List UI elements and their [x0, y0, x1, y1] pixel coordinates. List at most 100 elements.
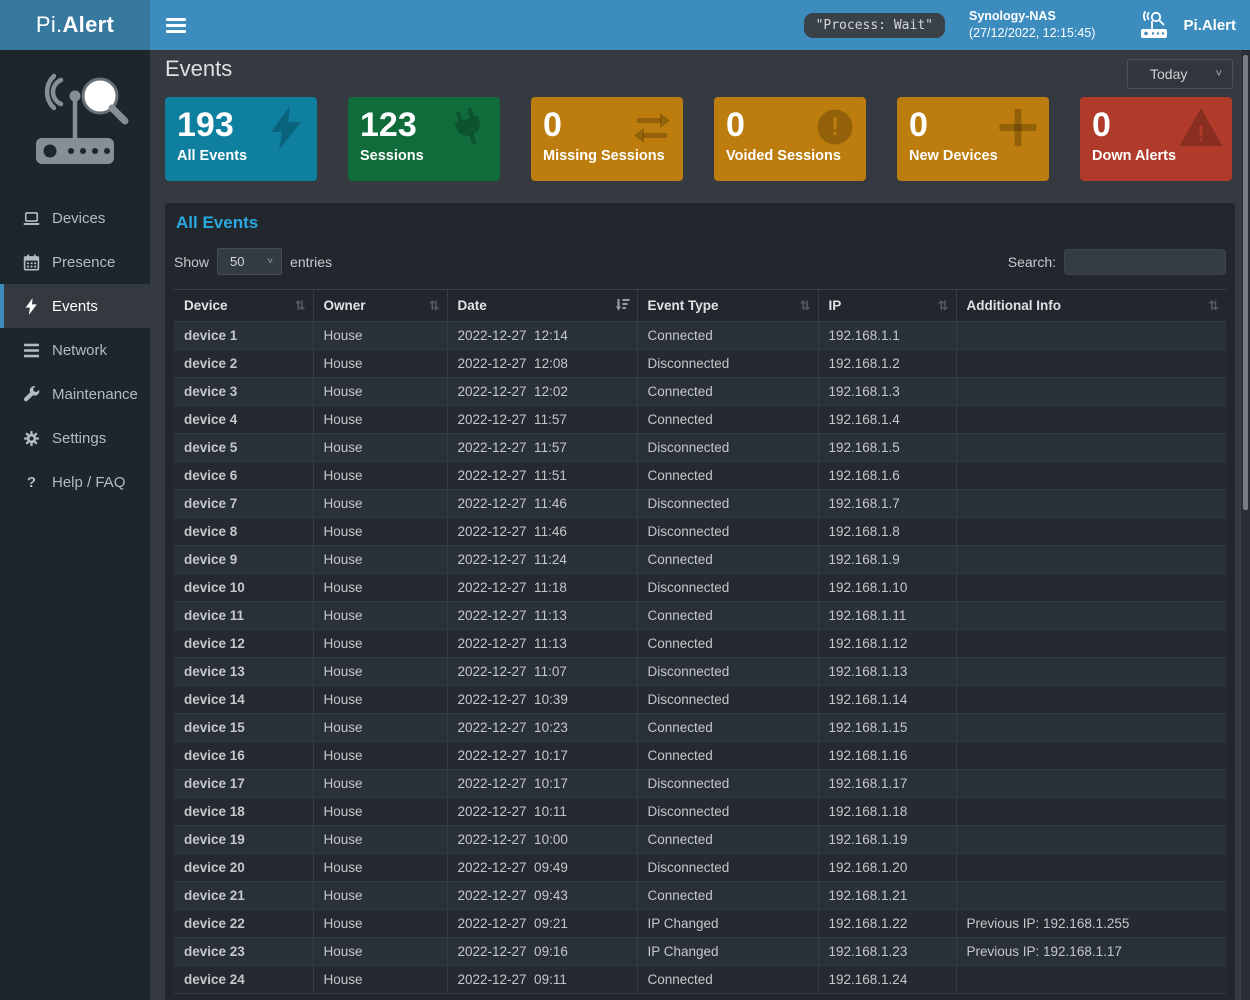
device-link[interactable]: device 12: [174, 630, 313, 658]
device-link[interactable]: device 19: [174, 826, 313, 854]
router-icon: [1139, 10, 1175, 40]
device-link[interactable]: device 20: [174, 854, 313, 882]
vertical-scrollbar[interactable]: [1240, 50, 1250, 1000]
events-table: Device⇅Owner⇅DateEvent Type⇅IP⇅Additiona…: [174, 289, 1226, 994]
device-link[interactable]: device 9: [174, 546, 313, 574]
owner-cell: House: [313, 518, 447, 546]
device-link[interactable]: device 6: [174, 462, 313, 490]
bolt-icon: [263, 105, 309, 151]
table-row: device 8House2022-12-27 11:46Disconnecte…: [174, 518, 1226, 546]
search-input[interactable]: [1064, 249, 1226, 275]
device-link[interactable]: device 16: [174, 742, 313, 770]
additional-info-cell: [956, 518, 1226, 546]
table-row: device 18House2022-12-27 10:11Disconnect…: [174, 798, 1226, 826]
device-link[interactable]: device 18: [174, 798, 313, 826]
additional-info-cell: [956, 322, 1226, 350]
date-cell: 2022-12-27 11:13: [447, 630, 637, 658]
card-all-events[interactable]: 193All Events: [165, 97, 317, 181]
additional-info-cell: [956, 574, 1226, 602]
ip-cell: 192.168.1.21: [818, 882, 956, 910]
ip-cell: 192.168.1.22: [818, 910, 956, 938]
date-cell: 2022-12-27 11:51: [447, 462, 637, 490]
additional-info-cell: [956, 406, 1226, 434]
sidebar-item-network[interactable]: Network: [0, 328, 150, 372]
event-type-cell: IP Changed: [637, 938, 818, 966]
card-voided-sessions[interactable]: 0Voided Sessions!: [714, 97, 866, 181]
owner-cell: House: [313, 966, 447, 994]
table-row: device 2House2022-12-27 12:08Disconnecte…: [174, 350, 1226, 378]
device-link[interactable]: device 2: [174, 350, 313, 378]
ip-cell: 192.168.1.5: [818, 434, 956, 462]
column-header-additional-info[interactable]: Additional Info⇅: [956, 290, 1226, 322]
top-header: Pi.Alert "Process: Wait" Synology-NAS (2…: [0, 0, 1250, 50]
sidebar-item-settings[interactable]: Settings: [0, 416, 150, 460]
date-cell: 2022-12-27 11:46: [447, 518, 637, 546]
event-type-cell: Connected: [637, 826, 818, 854]
sidebar-item-help-faq[interactable]: ? Help / FAQ: [0, 460, 150, 504]
event-type-cell: Disconnected: [637, 518, 818, 546]
owner-cell: House: [313, 434, 447, 462]
table-row: device 22House2022-12-27 09:21IP Changed…: [174, 910, 1226, 938]
card-new-devices[interactable]: 0New Devices: [897, 97, 1049, 181]
date-cell: 2022-12-27 09:49: [447, 854, 637, 882]
event-type-cell: Disconnected: [637, 350, 818, 378]
additional-info-cell: [956, 854, 1226, 882]
device-link[interactable]: device 23: [174, 938, 313, 966]
nas-name: Synology-NAS: [969, 8, 1096, 25]
date-cell: 2022-12-27 11:13: [447, 602, 637, 630]
ip-cell: 192.168.1.10: [818, 574, 956, 602]
plug-icon: [446, 105, 492, 151]
menu-toggle-icon[interactable]: [166, 18, 186, 33]
additional-info-cell: [956, 658, 1226, 686]
table-row: device 17House2022-12-27 10:17Disconnect…: [174, 770, 1226, 798]
owner-cell: House: [313, 882, 447, 910]
device-link[interactable]: device 17: [174, 770, 313, 798]
sidebar-item-maintenance[interactable]: Maintenance: [0, 372, 150, 416]
device-link[interactable]: device 3: [174, 378, 313, 406]
date-cell: 2022-12-27 11:57: [447, 434, 637, 462]
device-link[interactable]: device 10: [174, 574, 313, 602]
date-cell: 2022-12-27 11:18: [447, 574, 637, 602]
device-link[interactable]: device 7: [174, 490, 313, 518]
scrollbar-thumb[interactable]: [1243, 55, 1248, 510]
column-header-date[interactable]: Date: [447, 290, 637, 322]
page-length-select[interactable]: 50 ˅: [217, 248, 282, 275]
device-link[interactable]: device 14: [174, 686, 313, 714]
sort-icon: ⇅: [295, 298, 306, 314]
device-link[interactable]: device 15: [174, 714, 313, 742]
sidebar-item-presence[interactable]: Presence: [0, 240, 150, 284]
network-icon: [23, 342, 40, 359]
additional-info-cell: [956, 714, 1226, 742]
device-link[interactable]: device 24: [174, 966, 313, 994]
card-sessions[interactable]: 123Sessions: [348, 97, 500, 181]
device-link[interactable]: device 11: [174, 602, 313, 630]
column-header-device[interactable]: Device⇅: [174, 290, 313, 322]
brand-logo[interactable]: Pi.Alert: [0, 0, 150, 50]
column-header-event-type[interactable]: Event Type⇅: [637, 290, 818, 322]
ip-cell: 192.168.1.6: [818, 462, 956, 490]
device-link[interactable]: device 8: [174, 518, 313, 546]
ip-cell: 192.168.1.15: [818, 714, 956, 742]
device-link[interactable]: device 5: [174, 434, 313, 462]
device-link[interactable]: device 21: [174, 882, 313, 910]
card-down-alerts[interactable]: 0Down Alerts!: [1080, 97, 1232, 181]
additional-info-cell: [956, 770, 1226, 798]
period-dropdown[interactable]: Today ˅: [1127, 59, 1233, 89]
device-link[interactable]: device 13: [174, 658, 313, 686]
event-type-cell: Connected: [637, 546, 818, 574]
owner-cell: House: [313, 462, 447, 490]
table-row: device 15House2022-12-27 10:23Connected1…: [174, 714, 1226, 742]
additional-info-cell: [956, 826, 1226, 854]
device-link[interactable]: device 4: [174, 406, 313, 434]
device-link[interactable]: device 1: [174, 322, 313, 350]
card-missing-sessions[interactable]: 0Missing Sessions: [531, 97, 683, 181]
sidebar-item-events[interactable]: Events: [0, 284, 150, 328]
table-controls: Show 50 ˅ entries Search:: [174, 248, 1226, 275]
event-type-cell: Disconnected: [637, 770, 818, 798]
owner-cell: House: [313, 798, 447, 826]
sidebar-item-devices[interactable]: Devices: [0, 196, 150, 240]
device-link[interactable]: device 22: [174, 910, 313, 938]
events-panel: All Events Show 50 ˅ entries Search: Dev…: [165, 203, 1235, 1000]
column-header-owner[interactable]: Owner⇅: [313, 290, 447, 322]
column-header-ip[interactable]: IP⇅: [818, 290, 956, 322]
